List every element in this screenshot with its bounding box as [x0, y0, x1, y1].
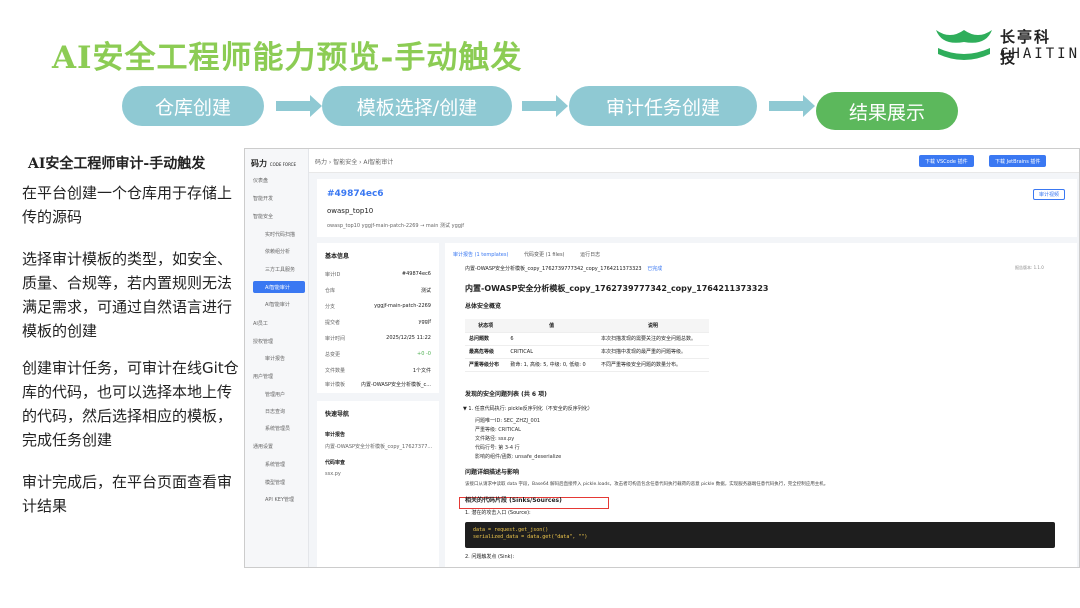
logo-en-text: CHAITIN	[1000, 46, 1080, 62]
tab-logs[interactable]: 运行日志	[580, 252, 600, 258]
report-version: 报告版本: 1.1.0	[1015, 265, 1044, 270]
paragraph-1: 在平台创建一个仓库用于存储上传的源码	[22, 184, 233, 226]
sidebar-item-ai-staff[interactable]: AI员工	[253, 320, 268, 327]
step-audit-task: 审计任务创建	[569, 86, 757, 126]
sidebar-item-manage-users[interactable]: 管理用户	[265, 391, 285, 398]
sidebar-item-deps[interactable]: 依赖组分析	[265, 248, 290, 255]
project-name: owasp_top10	[327, 207, 374, 215]
task-id: #49874ec6	[327, 189, 384, 199]
sidebar-item-tools[interactable]: 三方工具服务	[265, 266, 295, 273]
quick-nav-card: 快速导航 审计报告 内置-OWASP安全分析模板_copy_17627377..…	[317, 401, 439, 567]
quick-nav-title: 快速导航	[325, 411, 350, 418]
table-header: 值	[506, 319, 597, 333]
sidebar-item-ai-audit[interactable]: AI智能审计	[253, 281, 305, 293]
sidebar-item-apikey[interactable]: API KEY管理	[265, 496, 294, 503]
step-repo-create: 仓库创建	[122, 86, 264, 126]
template-tag: 内置-OWASP安全分析模板_copy_1762739777342_copy_1…	[465, 266, 663, 272]
desc-title: 问题详细描述与影响	[465, 469, 520, 476]
breadcrumb: 码力 › 智能安全 › AI智能审计	[315, 159, 394, 166]
source-title: 1. 潜在的攻击入口 (Source):	[465, 510, 531, 516]
info-row: 总变更 +0 -0	[325, 351, 431, 358]
arrow-3	[769, 95, 815, 117]
issue-detail: 严重等级: CRITICAL	[475, 427, 521, 433]
overview-title: 总体安全概览	[465, 303, 502, 310]
left-heading: AI安全工程师审计-手动触发	[28, 156, 206, 172]
report-tabs: 审计报告 (1 templates) 代码变更 (1 files) 运行日志	[453, 251, 600, 258]
info-row: 审计模板 内置-OWASP安全分析模板_c...	[325, 382, 431, 388]
basic-info-title: 基本信息	[325, 253, 350, 260]
arrow-1	[276, 95, 322, 117]
paragraph-3: 创建审计任务，可审计在线Git仓库的代码，也可以选择本地上传的代码，然后选择相应…	[22, 359, 239, 449]
info-row: 文件数量 1个文件	[325, 368, 431, 374]
info-row: 审计时间 2025/12/25 11:22	[325, 335, 431, 342]
task-header: #49874ec6 owasp_top10 owasp_top10 yggjf-…	[317, 179, 1077, 237]
issue-detail: 代码行号: 第 3-4 行	[475, 445, 520, 451]
nav-item[interactable]: ssx.py	[325, 471, 341, 477]
issue-detail: 文件路径: ssx.py	[475, 436, 515, 442]
chaitin-logo: 长亭科技 CHAITIN	[934, 26, 1077, 67]
sidebar-item-sysadmin[interactable]: 系统管理员	[265, 425, 290, 432]
step-result: 结果展示	[816, 92, 958, 130]
chaitin-logo-icon	[936, 30, 992, 60]
step-template-select: 模板选择/创建	[322, 86, 512, 126]
sidebar-item-report[interactable]: 审计报告	[265, 355, 285, 362]
table-row: 严重等级分布 致命: 1, 高级: 5, 中级: 0, 低级: 0 不同严重等级安全…	[465, 358, 709, 372]
meta-line: owasp_top10 yggjf-main-patch-2269 → main…	[327, 223, 465, 229]
info-row: 提交者 yggjf	[325, 319, 431, 326]
sidebar-item-ai-audit-2[interactable]: AI智能审计	[265, 301, 290, 308]
sidebar-item-dev[interactable]: 智能开发	[253, 195, 273, 202]
code-block: data = request.get_json() serialized_dat…	[465, 522, 1055, 548]
tab-changes[interactable]: 代码变更 (1 files)	[524, 252, 564, 258]
download-jetbrains-button[interactable]: 下载 JetBrains 插件	[989, 155, 1047, 167]
sidebar-item-logs[interactable]: 日志查询	[265, 408, 285, 415]
app-screenshot: 码力 CODE FORCE 仪表盘 智能开发 智能安全 实时代码扫描 依赖组分析…	[244, 148, 1080, 568]
nav-item[interactable]: 审计报告	[325, 431, 345, 438]
paragraph-4: 审计完成后，在平台页面查看审计结果	[22, 473, 233, 515]
code-line: serialized_data = data.get("data", "")	[473, 534, 588, 540]
table-row: 最高危等级 CRITICAL 本次扫描中发现的最严重的问题等级。	[465, 345, 709, 359]
app-sidebar: 码力 CODE FORCE 仪表盘 智能开发 智能安全 实时代码扫描 依赖组分析…	[245, 149, 309, 567]
report-title: 内置-OWASP安全分析模板_copy_1762739777342_copy_1…	[465, 284, 769, 293]
table-header: 说明	[596, 319, 709, 333]
tab-report[interactable]: 审计报告 (1 templates)	[453, 252, 508, 258]
issue-item-1[interactable]: ▼ 1. 任意代码执行: pickle反序列化（不安全的反序列化）	[463, 405, 593, 412]
paragraph-2: 选择审计模板的类型，如安全、质量、合规等，若内置规则无法满足需求，可通过自然语言…	[22, 250, 233, 340]
info-row: 分支 yggjf-main-patch-2269	[325, 303, 431, 310]
code-line: data = request.get_json()	[473, 527, 549, 533]
table-header: 状态项	[465, 319, 507, 333]
sidebar-item-security[interactable]: 智能安全	[253, 213, 273, 220]
issue-list-title: 发现的安全问题列表 (共 6 项)	[465, 391, 547, 398]
issue-detail: 问题唯一ID: SEC_ZHZJ_001	[475, 418, 541, 424]
issue-detail: 影响的组件/函数: unsafe_deserialize	[475, 454, 562, 460]
nav-item[interactable]: 内置-OWASP安全分析模板_copy_17627377...	[325, 443, 432, 450]
slide-title: AI安全工程师能力预览-手动触发	[52, 40, 523, 76]
basic-info-card: 基本信息 审计ID #49874ec6 仓库 测试 分支 yggjf-main-pat…	[317, 243, 439, 393]
arrow-2	[522, 95, 568, 117]
table-row: 总问题数 6 本次扫描发现的需要关注的安全问题总数。	[465, 332, 709, 346]
overview-table: 状态项 值 说明 总问题数 6 本次扫描发现的需要关注的安全问题总数。 最高危等级 C…	[465, 319, 709, 372]
info-row: 仓库 测试	[325, 288, 431, 294]
app-topbar: 码力 › 智能安全 › AI智能审计 下载 VSCode 插件 下载 JetBr…	[309, 149, 1079, 173]
sidebar-item-system[interactable]: 系统管理	[265, 461, 285, 468]
info-row: 审计ID #49874ec6	[325, 271, 431, 278]
desc-text: 该接口从请求中读取 data 字段，Base64 解码后直接传入 pickle.…	[465, 482, 829, 487]
sidebar-item-dashboard[interactable]: 仪表盘	[253, 177, 268, 184]
sidebar-item-users[interactable]: 用户管理	[253, 373, 273, 380]
sidebar-item-realtime-scan[interactable]: 实时代码扫描	[265, 231, 295, 238]
sink-title: 2. 问题触发点 (Sink):	[465, 554, 515, 560]
app-brand: 码力 CODE FORCE	[251, 159, 296, 168]
sidebar-item-auth[interactable]: 授权管理	[253, 338, 273, 345]
sidebar-item-settings[interactable]: 通用设置	[253, 443, 273, 450]
report-button[interactable]: 审计视频	[1033, 189, 1066, 200]
sinks-title: 相关的代码片段 (Sinks/Sources)	[465, 497, 562, 504]
download-vscode-button[interactable]: 下载 VSCode 插件	[919, 155, 974, 167]
nav-item[interactable]: 代码审查	[325, 459, 345, 466]
sidebar-item-models[interactable]: 模型管理	[265, 479, 285, 486]
